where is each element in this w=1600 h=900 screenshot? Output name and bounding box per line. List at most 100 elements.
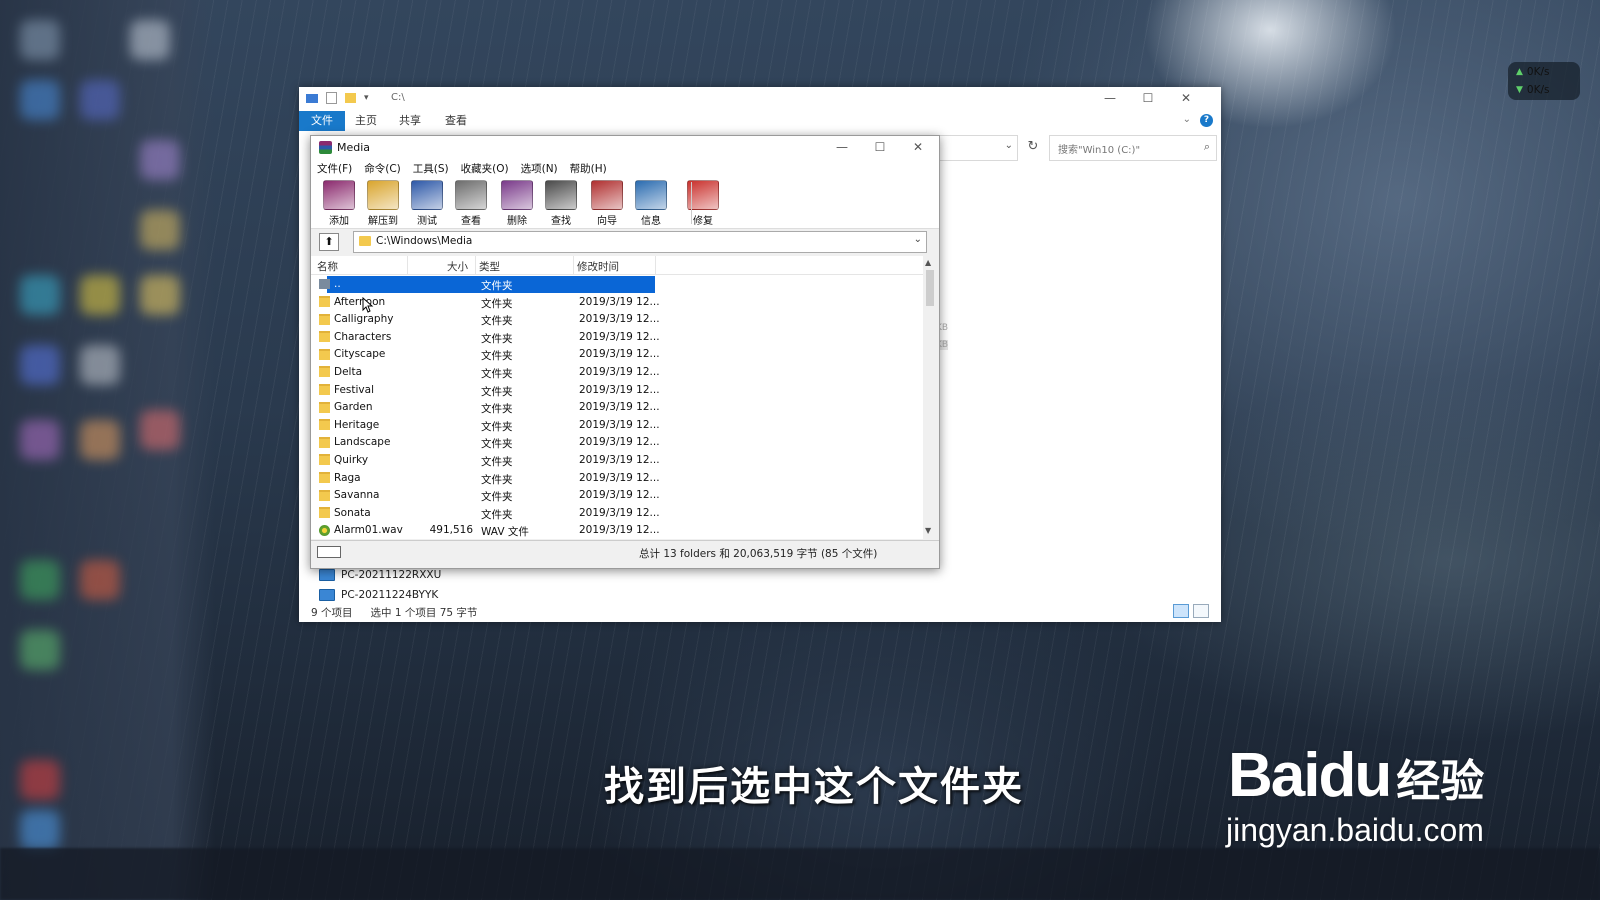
up-folder-icon[interactable]: ⬆: [319, 233, 339, 251]
menu-help[interactable]: 帮助(H): [564, 160, 613, 178]
folder-icon: [319, 384, 330, 396]
toolbar-label: 信息: [641, 216, 661, 227]
cell-name: Delta: [319, 366, 362, 378]
table-row[interactable]: Raga 文件夹 2019/3/19 12...: [311, 470, 923, 488]
cell-type: 文件夹: [481, 403, 513, 416]
toolbar-button-6[interactable]: 向导: [585, 180, 629, 227]
cell-size: 491,516: [429, 524, 473, 537]
large-icons-view-icon[interactable]: [1193, 604, 1209, 618]
qat-dropdown-icon[interactable]: ▾: [364, 93, 369, 103]
table-row[interactable]: Heritage 文件夹 2019/3/19 12...: [311, 417, 923, 435]
address-bar[interactable]: ⌄: [939, 135, 1018, 161]
table-row[interactable]: Garden 文件夹 2019/3/19 12...: [311, 399, 923, 417]
download-arrow-icon: ▼: [1516, 85, 1523, 95]
scroll-down-icon[interactable]: ▼: [925, 526, 931, 535]
toolbar: 添加 解压到 测试 查看 删除 查找 向导 信息 修复: [311, 178, 939, 229]
table-row[interactable]: Alarm01.wav 491,516 WAV 文件 2019/3/19 12...: [311, 522, 923, 539]
toolbar-button-0[interactable]: 添加: [317, 180, 361, 227]
watermark-du: du: [1318, 741, 1392, 810]
column-modified[interactable]: 修改时间: [577, 259, 619, 274]
column-size[interactable]: 大小: [447, 259, 468, 274]
delete-icon: [501, 180, 533, 210]
maximize-icon[interactable]: ☐: [1129, 87, 1167, 109]
minimize-icon[interactable]: —: [823, 136, 861, 158]
cell-name: Garden: [319, 401, 372, 413]
toolbar-button-8[interactable]: 修复: [681, 180, 725, 227]
folder-icon: [319, 313, 330, 325]
table-row[interactable]: Afternoon 文件夹 2019/3/19 12...: [311, 294, 923, 312]
toolbar-button-4[interactable]: 删除: [495, 180, 539, 227]
properties-icon[interactable]: [326, 92, 337, 104]
cell-type: 文件夹: [481, 385, 513, 398]
toolbar-button-2[interactable]: 测试: [405, 180, 449, 227]
maximize-icon[interactable]: ☐: [861, 136, 899, 158]
cell-name: Heritage: [319, 419, 379, 431]
cell-modified: 2019/3/19 12...: [579, 453, 660, 466]
table-row[interactable]: Sonata 文件夹 2019/3/19 12...: [311, 505, 923, 523]
help-icon[interactable]: ?: [1200, 114, 1213, 127]
cell-modified: 2019/3/19 12...: [579, 330, 660, 343]
ribbon-expand-icon[interactable]: ⌄: [1183, 114, 1191, 125]
close-icon[interactable]: ✕: [899, 136, 937, 158]
address-dropdown-icon[interactable]: ⌄: [1005, 140, 1013, 151]
toolbar-label: 删除: [507, 216, 527, 227]
cell-name-text: ..: [334, 278, 341, 290]
cell-name-text: Delta: [334, 365, 363, 378]
close-icon[interactable]: ✕: [1167, 87, 1205, 109]
tab-file[interactable]: 文件: [299, 111, 345, 131]
tab-share[interactable]: 共享: [399, 111, 421, 131]
toolbar-button-7[interactable]: 信息: [629, 180, 673, 227]
column-name[interactable]: 名称: [317, 259, 338, 274]
cell-modified: 2019/3/19 12...: [579, 418, 660, 431]
menu-favorites[interactable]: 收藏夹(O): [455, 160, 515, 178]
window-title: Media: [337, 141, 371, 154]
cell-name: Alarm01.wav: [319, 524, 403, 536]
menu-commands[interactable]: 命令(C): [358, 160, 407, 178]
table-row[interactable]: Landscape 文件夹 2019/3/19 12...: [311, 434, 923, 452]
scrollbar-thumb[interactable]: [926, 270, 934, 306]
table-row[interactable]: Calligraphy 文件夹 2019/3/19 12...: [311, 311, 923, 329]
folder-icon: [319, 366, 330, 378]
tree-node-pc[interactable]: PC-20211224BYYK: [319, 585, 441, 605]
cell-name-text: Cityscape: [334, 348, 386, 361]
details-view-icon[interactable]: [1173, 604, 1189, 618]
table-row[interactable]: Festival 文件夹 2019/3/19 12...: [311, 382, 923, 400]
folder-icon: [319, 296, 330, 308]
toolbar-button-3[interactable]: 查看: [449, 180, 493, 227]
upload-arrow-icon: ▲: [1516, 67, 1523, 77]
table-row[interactable]: Savanna 文件夹 2019/3/19 12...: [311, 487, 923, 505]
mouse-pointer-icon: [362, 297, 374, 313]
cell-modified: 2019/3/19 12...: [579, 436, 660, 449]
new-folder-icon[interactable]: [345, 93, 356, 103]
table-row[interactable]: Cityscape 文件夹 2019/3/19 12...: [311, 346, 923, 364]
path-combobox[interactable]: C:\Windows\Media ⌄: [353, 231, 927, 253]
refresh-icon[interactable]: ↻: [1023, 137, 1043, 157]
address-row: ⬆ C:\Windows\Media ⌄: [311, 229, 939, 255]
table-row[interactable]: Delta 文件夹 2019/3/19 12...: [311, 364, 923, 382]
cell-name: Sonata: [319, 507, 371, 519]
table-row[interactable]: Quirky 文件夹 2019/3/19 12...: [311, 452, 923, 470]
current-path: C:\Windows\Media: [376, 235, 473, 247]
sort-ascending-icon: ^: [359, 256, 366, 261]
toolbar-button-1[interactable]: 解压到: [361, 180, 405, 227]
menu-options[interactable]: 选项(N): [515, 160, 564, 178]
cell-type: 文件夹: [481, 455, 513, 468]
menu-file[interactable]: 文件(F): [311, 160, 358, 178]
tab-home[interactable]: 主页: [355, 111, 377, 131]
chevron-down-icon[interactable]: ⌄: [914, 234, 922, 245]
scroll-up-icon[interactable]: ▲: [925, 258, 931, 267]
tab-view[interactable]: 查看: [445, 111, 467, 131]
cell-type: 文件夹: [481, 491, 513, 504]
menu-tools[interactable]: 工具(S): [407, 160, 455, 178]
cell-name-text: Heritage: [334, 418, 380, 431]
table-row[interactable]: .. 文件夹: [311, 276, 923, 294]
search-input[interactable]: 搜索"Win10 (C:)" ⌕: [1049, 135, 1217, 161]
vertical-scrollbar[interactable]: ▲ ▼: [923, 256, 937, 539]
table-row[interactable]: Characters 文件夹 2019/3/19 12...: [311, 329, 923, 347]
column-type[interactable]: 类型: [479, 259, 500, 274]
winrar-app-icon: [319, 141, 332, 154]
minimize-icon[interactable]: —: [1091, 87, 1129, 109]
toolbar-button-5[interactable]: 查找: [539, 180, 583, 227]
add-archive-icon: [323, 180, 355, 210]
computer-icon: [319, 569, 335, 581]
